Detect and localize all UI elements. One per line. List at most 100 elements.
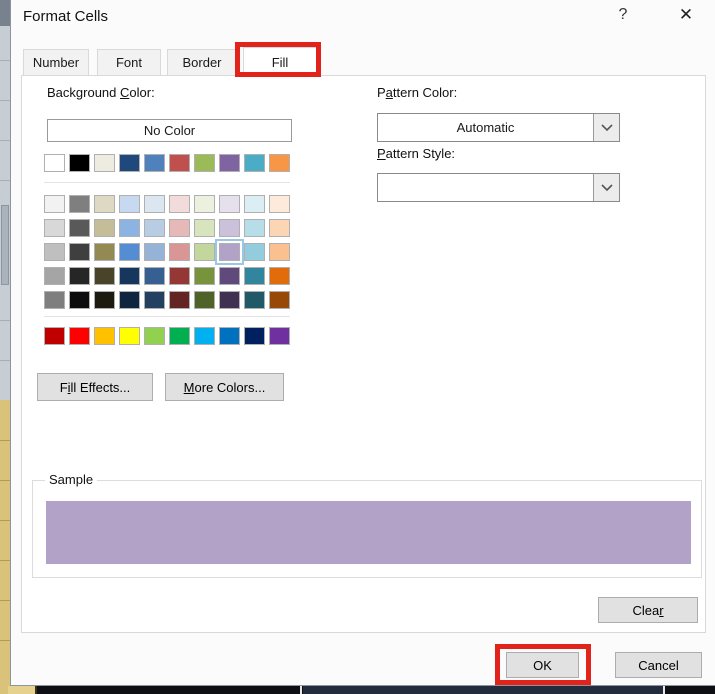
format-cells-dialog: Format Cells ? ✕ Number Font Border Fill… bbox=[10, 0, 715, 686]
color-swatch[interactable] bbox=[269, 291, 290, 309]
color-swatch[interactable] bbox=[169, 327, 190, 345]
background-color-label: Background Color: bbox=[47, 85, 155, 100]
color-swatch[interactable] bbox=[144, 267, 165, 285]
color-swatch[interactable] bbox=[244, 154, 265, 172]
color-swatch[interactable] bbox=[44, 327, 65, 345]
color-swatch[interactable] bbox=[44, 267, 65, 285]
color-swatch[interactable] bbox=[144, 291, 165, 309]
pattern-style-dropdown[interactable] bbox=[377, 173, 620, 202]
tab-fill[interactable]: Fill bbox=[243, 47, 317, 76]
color-swatch[interactable] bbox=[94, 195, 115, 213]
background-spreadsheet-left-strip bbox=[0, 0, 10, 694]
color-swatch[interactable] bbox=[269, 243, 290, 261]
color-swatch[interactable] bbox=[144, 219, 165, 237]
color-swatch[interactable] bbox=[169, 243, 190, 261]
close-icon[interactable]: ✕ bbox=[671, 5, 701, 25]
color-swatch[interactable] bbox=[269, 267, 290, 285]
color-swatch[interactable] bbox=[144, 195, 165, 213]
color-swatch[interactable] bbox=[194, 243, 215, 261]
dialog-titlebar[interactable]: Format Cells ? ✕ bbox=[11, 0, 715, 40]
color-swatch[interactable] bbox=[94, 327, 115, 345]
color-swatch[interactable] bbox=[219, 291, 240, 309]
color-swatch[interactable] bbox=[219, 327, 240, 345]
color-swatch[interactable] bbox=[119, 195, 140, 213]
fill-effects-button[interactable]: Fill Effects... bbox=[37, 373, 153, 401]
color-swatch[interactable] bbox=[194, 219, 215, 237]
color-swatch[interactable] bbox=[219, 219, 240, 237]
color-swatch[interactable] bbox=[119, 243, 140, 261]
background-yellow-cell bbox=[8, 686, 37, 694]
color-swatch[interactable] bbox=[69, 243, 90, 261]
color-swatch[interactable] bbox=[94, 291, 115, 309]
color-swatch[interactable] bbox=[194, 195, 215, 213]
background-cell-dark bbox=[0, 0, 10, 26]
color-swatch[interactable] bbox=[269, 327, 290, 345]
color-swatch[interactable] bbox=[69, 291, 90, 309]
color-swatch[interactable] bbox=[44, 195, 65, 213]
color-swatch[interactable] bbox=[69, 327, 90, 345]
more-colors-button[interactable]: More Colors... bbox=[165, 373, 284, 401]
pattern-color-label: Pattern Color: bbox=[377, 85, 458, 100]
no-color-button[interactable]: No Color bbox=[47, 119, 292, 142]
background-spreadsheet-bottom-strip bbox=[8, 686, 715, 694]
color-swatch[interactable] bbox=[244, 195, 265, 213]
color-swatch-selected[interactable] bbox=[215, 239, 244, 265]
color-swatch[interactable] bbox=[44, 291, 65, 309]
color-swatch[interactable] bbox=[269, 219, 290, 237]
color-swatch[interactable] bbox=[44, 154, 65, 172]
color-swatch[interactable] bbox=[94, 219, 115, 237]
tab-font[interactable]: Font bbox=[97, 49, 161, 75]
color-swatch[interactable] bbox=[144, 243, 165, 261]
color-swatch[interactable] bbox=[119, 219, 140, 237]
color-swatch[interactable] bbox=[119, 291, 140, 309]
color-swatch[interactable] bbox=[119, 154, 140, 172]
clear-button[interactable]: Clear bbox=[598, 597, 698, 623]
color-swatch[interactable] bbox=[119, 327, 140, 345]
color-swatch[interactable] bbox=[144, 154, 165, 172]
color-swatch[interactable] bbox=[69, 219, 90, 237]
sample-fill-preview bbox=[46, 501, 691, 564]
color-swatch[interactable] bbox=[169, 291, 190, 309]
color-swatch[interactable] bbox=[69, 154, 90, 172]
color-swatch[interactable] bbox=[194, 291, 215, 309]
tab-number[interactable]: Number bbox=[23, 49, 89, 75]
tab-border[interactable]: Border bbox=[167, 49, 237, 75]
pattern-color-dropdown[interactable]: Automatic bbox=[377, 113, 620, 142]
color-swatch[interactable] bbox=[219, 195, 240, 213]
color-swatch[interactable] bbox=[244, 267, 265, 285]
dialog-title: Format Cells bbox=[23, 8, 109, 25]
color-swatch[interactable] bbox=[244, 327, 265, 345]
color-swatch[interactable] bbox=[269, 195, 290, 213]
color-swatch[interactable] bbox=[244, 291, 265, 309]
color-swatch[interactable] bbox=[44, 219, 65, 237]
color-swatch[interactable] bbox=[244, 219, 265, 237]
color-swatch[interactable] bbox=[194, 154, 215, 172]
theme-color-grid bbox=[44, 154, 290, 172]
variant-color-grid bbox=[44, 195, 290, 309]
color-swatch[interactable] bbox=[69, 195, 90, 213]
color-swatch[interactable] bbox=[69, 267, 90, 285]
color-swatch[interactable] bbox=[94, 243, 115, 261]
color-swatch[interactable] bbox=[169, 219, 190, 237]
color-swatch[interactable] bbox=[94, 154, 115, 172]
color-swatch[interactable] bbox=[194, 327, 215, 345]
color-swatch[interactable] bbox=[119, 267, 140, 285]
color-swatch[interactable] bbox=[219, 154, 240, 172]
color-swatch[interactable] bbox=[144, 327, 165, 345]
color-swatch[interactable] bbox=[269, 154, 290, 172]
color-swatch[interactable] bbox=[194, 267, 215, 285]
chevron-down-icon[interactable] bbox=[593, 174, 619, 201]
cancel-button[interactable]: Cancel bbox=[615, 652, 702, 678]
chevron-down-icon[interactable] bbox=[593, 114, 619, 141]
color-swatch[interactable] bbox=[219, 267, 240, 285]
sample-group: Sample bbox=[32, 472, 702, 578]
color-swatch[interactable] bbox=[44, 243, 65, 261]
color-swatch[interactable] bbox=[169, 195, 190, 213]
grid-divider bbox=[44, 316, 290, 317]
help-icon[interactable]: ? bbox=[611, 6, 635, 24]
ok-button[interactable]: OK bbox=[506, 652, 579, 678]
color-swatch[interactable] bbox=[94, 267, 115, 285]
color-swatch[interactable] bbox=[244, 243, 265, 261]
color-swatch[interactable] bbox=[169, 267, 190, 285]
color-swatch[interactable] bbox=[169, 154, 190, 172]
